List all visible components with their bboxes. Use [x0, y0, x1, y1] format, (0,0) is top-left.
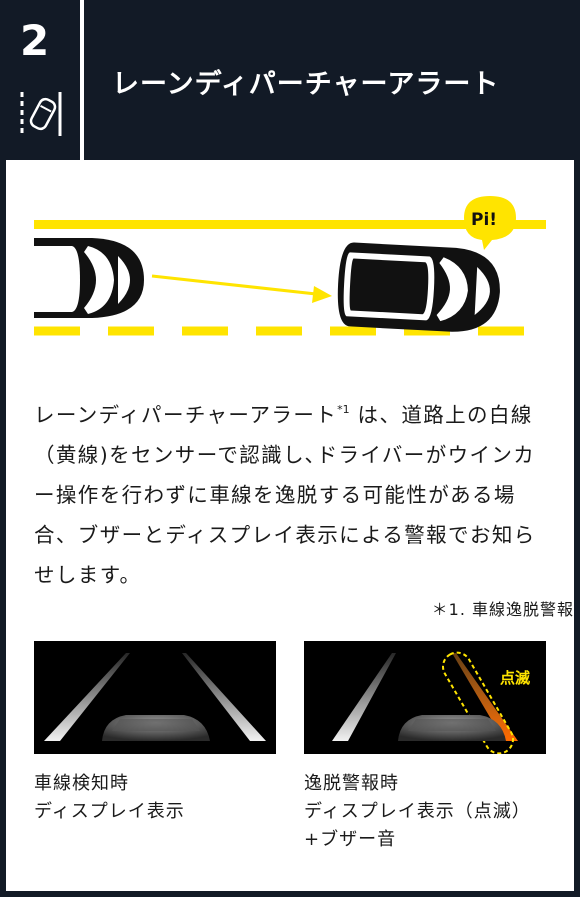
display-lane-detected-graphic: [44, 653, 266, 741]
caption-lane-detected: 車線検知時 ディスプレイ表示: [34, 770, 185, 826]
caption-line: 逸脱警報時: [304, 773, 399, 794]
own-car-after: [337, 242, 500, 332]
flashing-label: 点滅: [500, 669, 531, 687]
description-note-mark: *1: [337, 403, 350, 416]
display-departure-warning: 点滅: [304, 641, 546, 754]
header-divider: [80, 0, 84, 160]
caption-line: ディスプレイ表示（点滅）: [304, 801, 531, 822]
caption-departure-warning: 逸脱警報時 ディスプレイ表示（点滅） +ブザー音: [304, 770, 531, 854]
caption-line: 車線検知時: [34, 773, 129, 794]
description-text: レーンディパーチャーアラート*1 は、道路上の白線（黄線)をセンサーで認識し､ド…: [34, 390, 554, 595]
footnote: ＊1. 車線逸脱警報: [431, 600, 574, 619]
movement-arrow: [151, 274, 332, 303]
caption-line: +ブザー音: [304, 829, 397, 850]
content-card: Pi! レーンディパーチャーアラート*1 は、道路上の白線（黄線)をセンサーで認…: [6, 160, 574, 891]
description-lead: レーンディパーチャーアラート: [34, 403, 338, 427]
own-car-before: [34, 238, 144, 318]
section-number: 2: [20, 16, 50, 65]
display-departure-warning-graphic: [332, 651, 518, 754]
page-title: レーンディパーチャーアラート: [112, 69, 500, 100]
lane-departure-illustration: Pi!: [34, 196, 546, 336]
section-number-box: 2: [0, 0, 80, 160]
caption-line: ディスプレイ表示: [34, 801, 185, 822]
warning-sound-text: Pi!: [471, 210, 497, 230]
section-header: 2 レーンディパーチャーアラート: [0, 0, 580, 160]
display-lane-detected: [34, 641, 276, 754]
warning-sound-bubble: Pi!: [464, 196, 516, 250]
lane-departure-icon: [20, 92, 62, 136]
page: 2 レーンディパーチャーアラート Pi! レーンディパーチャーアラート*1 は、…: [0, 0, 580, 897]
description-body: は、道路上の白線（黄線)をセンサーで認識し､ドライバーがウインカー操作を行わずに…: [34, 403, 536, 587]
